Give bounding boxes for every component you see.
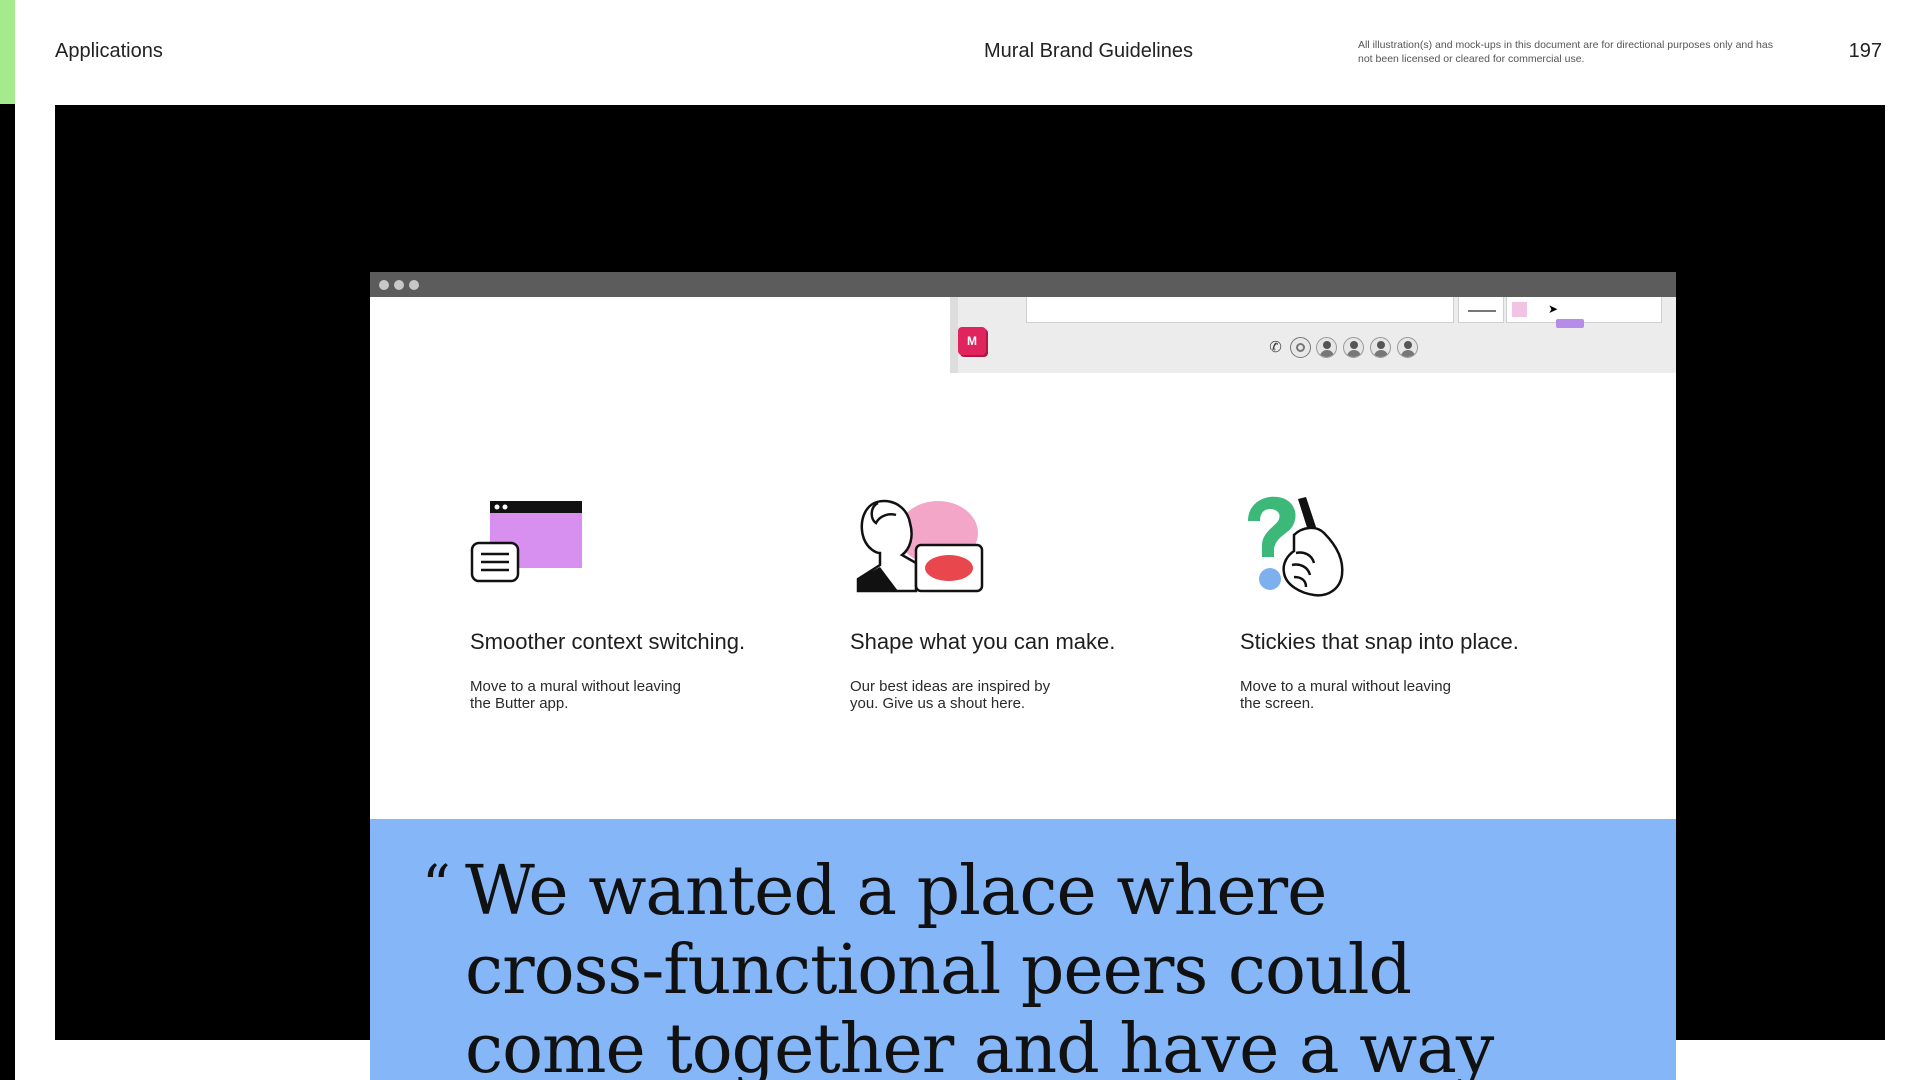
window-titlebar	[370, 272, 1676, 297]
browser-window-mockup: M ➤ ✆ Smoother context switching. Move t…	[370, 272, 1676, 1080]
mural-logo-icon[interactable]: M	[958, 327, 986, 355]
question-hand-icon	[1248, 496, 1344, 597]
quote-mark: “	[422, 854, 451, 919]
feature-title: Stickies that snap into place.	[1240, 629, 1519, 654]
avatar[interactable]	[1370, 337, 1391, 358]
pink-sticky-note[interactable]	[1512, 302, 1527, 317]
purple-sticky-note[interactable]	[1556, 319, 1584, 328]
disclaimer-text: All illustration(s) and mock-ups in this…	[1358, 39, 1773, 65]
mockup-backdrop: M ➤ ✆ Smoother context switching. Move t…	[55, 105, 1885, 1080]
avatar[interactable]	[1343, 337, 1364, 358]
feature-title: Shape what you can make.	[850, 629, 1116, 654]
left-edge-strip	[0, 0, 15, 1080]
toolbar-divider	[950, 297, 958, 373]
window-minimize-dot	[394, 280, 404, 290]
sticky-tray[interactable]	[1506, 297, 1662, 323]
window-close-dot	[379, 280, 389, 290]
feature-description: Move to a mural without leaving the Butt…	[470, 678, 681, 712]
feature-description: Move to a mural without leaving the scre…	[1240, 678, 1451, 712]
section-accent-bar	[0, 0, 15, 104]
cursor-icon: ➤	[1548, 302, 1559, 316]
toolbar-search-field[interactable]	[1026, 297, 1454, 323]
feature-context-switching: Smoother context switching. Move to a mu…	[470, 493, 800, 712]
document-title: Mural Brand Guidelines	[984, 40, 1193, 62]
person-idea-icon	[856, 499, 984, 593]
avatar[interactable]	[1316, 337, 1337, 358]
section-label: Applications	[55, 40, 163, 62]
avatar[interactable]	[1397, 337, 1418, 358]
feature-description: Our best ideas are inspired by you. Give…	[850, 678, 1051, 712]
line-icon	[1468, 310, 1496, 312]
feature-stickies-snap: Stickies that snap into place. Move to a…	[1240, 493, 1570, 712]
window-maximize-dot	[409, 280, 419, 290]
phone-icon[interactable]: ✆	[1265, 337, 1286, 358]
camera-icon[interactable]	[1290, 337, 1311, 358]
feature-title: Smoother context switching.	[470, 629, 746, 654]
testimonial-quote-panel: “ We wanted a place where cross-function…	[370, 819, 1676, 1080]
browser-window-icon	[470, 501, 582, 583]
page-number: 197	[1848, 40, 1882, 62]
testimonial-quote: We wanted a place where cross-functional…	[465, 852, 1494, 1080]
feature-shape-make: Shape what you can make. Our best ideas …	[850, 493, 1180, 712]
